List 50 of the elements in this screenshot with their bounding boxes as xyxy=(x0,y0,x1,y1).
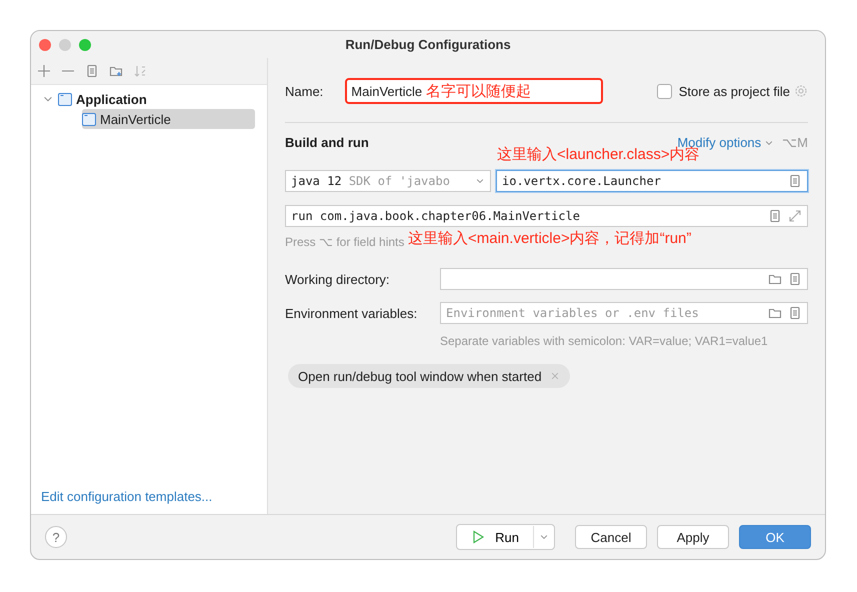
jdk-value: java 12 xyxy=(291,174,342,188)
jdk-dropdown[interactable]: java 12 SDK of 'javabo xyxy=(285,170,491,192)
document-icon xyxy=(788,174,802,188)
minimize-button[interactable] xyxy=(59,39,71,51)
close-button[interactable] xyxy=(39,39,51,51)
annotation-text: 名字可以随便起 xyxy=(426,82,532,100)
window-icon xyxy=(82,112,96,126)
window-icon xyxy=(58,92,72,106)
section-title: Build and run xyxy=(285,135,369,150)
tree-label: MainVerticle xyxy=(100,112,171,126)
close-icon xyxy=(550,371,560,381)
add-icon xyxy=(37,64,51,78)
working-directory-field[interactable] xyxy=(440,268,808,290)
help-button[interactable]: ? xyxy=(45,526,67,548)
expand-icon xyxy=(788,209,802,223)
folder-icon xyxy=(768,272,782,286)
checkbox-label: Store as project file xyxy=(678,84,790,98)
environment-label: Environment variables: xyxy=(285,306,418,320)
option-chip[interactable]: Open run/debug tool window when started xyxy=(288,364,570,388)
field-hint: Press ⌥ for field hints xyxy=(285,235,404,249)
folder-icon xyxy=(768,306,782,320)
working-directory-label: Working directory: xyxy=(285,272,391,286)
document-icon xyxy=(85,64,99,78)
environment-hint: Separate variables with semicolon: VAR=value; VAR1=value1 xyxy=(440,334,768,348)
tree-item[interactable]: MainVerticle xyxy=(82,109,255,129)
window-title: Run/Debug Configurations xyxy=(345,37,511,52)
play-icon xyxy=(471,530,486,544)
dialog-button[interactable]: Apply xyxy=(657,525,729,549)
document-icon xyxy=(768,209,782,223)
jdk-hint: SDK of 'javabo xyxy=(348,174,450,188)
annotation-text: 这里输入<main.verticle>内容，记得加“run” xyxy=(408,230,692,247)
zoom-button[interactable] xyxy=(79,39,91,51)
dialog-button[interactable]: Cancel xyxy=(575,525,647,549)
document-icon xyxy=(788,306,802,320)
run-split-button[interactable]: Run xyxy=(456,524,555,550)
checkbox[interactable] xyxy=(656,84,672,98)
document-icon xyxy=(788,272,802,286)
new-folder-icon xyxy=(109,64,123,78)
program-arguments-field[interactable]: run com.java.book.chapter06.MainVerticle xyxy=(285,205,808,227)
name-field[interactable]: MainVerticle 名字可以随便起 xyxy=(345,78,604,104)
name-value: MainVerticle xyxy=(351,84,422,98)
shortcut-text: ⌥M xyxy=(782,135,808,150)
main-class-field[interactable]: io.vertx.core.Launcher xyxy=(496,170,808,192)
tree-label: Application xyxy=(76,92,147,106)
run-button[interactable]: Run xyxy=(457,526,534,548)
name-label: Name: xyxy=(285,84,324,98)
tree-item[interactable]: Application xyxy=(42,89,255,109)
sort-icon xyxy=(133,64,147,78)
edit-templates-link[interactable]: Edit configuration templates... xyxy=(41,489,267,504)
settings-icon xyxy=(794,84,808,98)
